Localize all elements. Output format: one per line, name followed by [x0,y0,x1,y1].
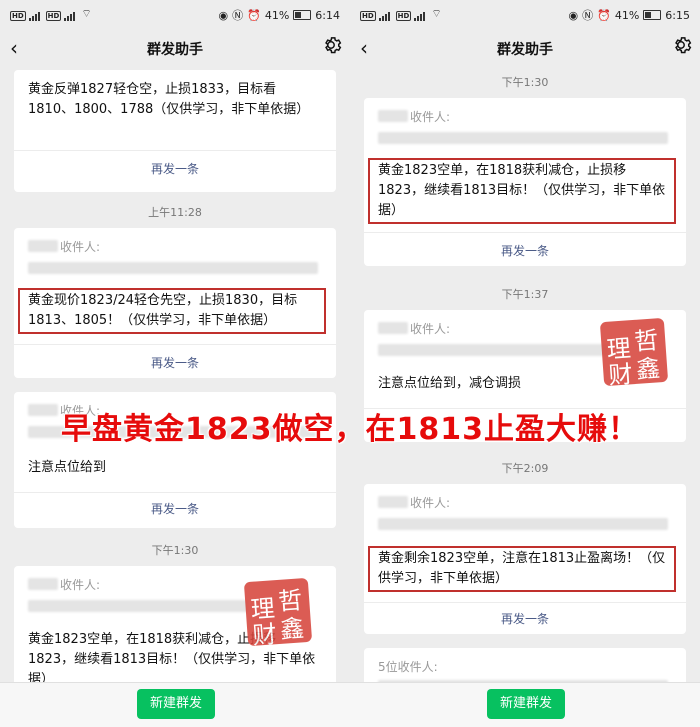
blurred-recipient-list [378,132,668,144]
signal-icon [378,11,393,21]
battery-percent: 41% [264,8,290,22]
recipient-label: 收件人: [410,322,451,336]
blurred-count [378,110,408,122]
timestamp: 下午1:30 [501,76,549,89]
eye-icon: ◉ [568,8,579,22]
battery-percent: 41% [614,8,640,22]
left-screenshot: HD HD ⌔ ◉ Ⓝ ⏰ 41% 6:14 ‹ 群发助手 黄金反弹1827轻仓… [0,0,350,727]
watermark-seal: 哲 理 鑫 财 [243,577,313,650]
signal-icon [28,11,43,21]
blurred-count [28,578,58,590]
clock: 6:15 [665,8,690,22]
nav-bar: ‹ 群发助手 [350,30,700,66]
blurred-count [28,240,58,252]
message-card: 黄金反弹1827轻仓空，止损1833，目标看1810、1800、1788（仅供学… [14,70,336,192]
new-broadcast-button[interactable]: 新建群发 [487,689,565,719]
message-text-highlighted: 黄金1823空单，在1818获利减仓，止损移1823，继续看1813目标！（仅供… [368,158,676,224]
alarm-icon: ⏰ [247,8,261,22]
nav-bar: ‹ 群发助手 [0,30,350,66]
timestamp: 下午2:09 [501,462,549,475]
wifi-icon: ⌔ [431,7,442,20]
eye-icon: ◉ [218,8,229,22]
alarm-icon: ⏰ [597,8,611,22]
resend-button[interactable]: 再发一条 [14,354,336,371]
bottom-bar: 新建群发 [350,682,700,727]
blurred-recipient-list [28,262,318,274]
wifi-icon: ⌔ [81,7,92,20]
divider [14,344,336,345]
resend-button[interactable]: 再发一条 [364,242,686,259]
blurred-count [378,322,408,334]
seal-char: 财 [607,360,634,390]
recipient-label: 收件人: [410,110,451,124]
right-screenshot: HD HD ⌔ ◉ Ⓝ ⏰ 41% 6:15 ‹ 群发助手 下午1:30 收件人… [350,0,700,727]
message-card: 收件人: 黄金1823空单，在1818获利减仓，止损移1823，继续看1813目… [364,98,686,266]
seal-char: 财 [251,620,278,650]
battery-icon [293,10,312,20]
recipient-label: 收件人: [60,578,101,592]
hd-badge-icon: HD [395,11,412,21]
nfc-icon: Ⓝ [232,9,244,22]
message-text-highlighted: 黄金剩余1823空单，注意在1813止盈离场！（仅供学习，非下单依据） [368,546,676,592]
recipient-label: 收件人: [410,496,451,510]
signal-icon [64,11,78,21]
blurred-recipient-list [28,600,248,612]
divider [14,492,336,493]
new-broadcast-button[interactable]: 新建群发 [137,689,215,719]
message-text-highlighted: 黄金现价1823/24轻仓先空，止损1830，目标1813、1805！（仅供学习… [18,288,326,334]
watermark-seal: 哲 理 鑫 财 [599,317,669,390]
resend-button[interactable]: 再发一条 [364,610,686,627]
gear-icon[interactable] [320,34,342,56]
signal-icon [414,11,428,21]
message-card: 收件人: 黄金现价1823/24轻仓先空，止损1830，目标1813、1805！… [14,228,336,378]
recipient-label: 收件人: [60,240,101,254]
timestamp: 下午1:37 [501,288,549,301]
blurred-count [378,496,408,508]
seal-char: 鑫 [279,614,306,644]
timestamp: 上午11:28 [148,206,202,219]
message-card: 收件人: 黄金剩余1823空单，注意在1813止盈离场！（仅供学习，非下单依据）… [364,484,686,634]
hd-badge-icon: HD [45,11,62,21]
divider [14,150,336,151]
status-bar: HD HD ⌔ ◉ Ⓝ ⏰ 41% 6:15 [350,0,700,30]
blurred-recipient-list [378,344,608,356]
recipient-label: 5位收件人: [378,660,438,674]
divider [364,232,686,233]
message-text: 黄金反弹1827轻仓空，止损1833，目标看1810、1800、1788（仅供学… [28,82,310,117]
overlay-caption: 早盘黄金1823做空，在1813止盈大赚！ [61,412,639,447]
page-title: 群发助手 [147,42,203,58]
seal-char: 鑫 [635,354,662,384]
resend-button[interactable]: 再发一条 [14,500,336,517]
timestamp: 下午1:30 [151,544,199,557]
hd-badge-icon: HD [10,11,26,21]
blurred-recipient-list [378,518,668,530]
battery-icon [643,10,662,20]
resend-button[interactable]: 再发一条 [14,160,336,177]
bottom-bar: 新建群发 [0,682,350,727]
page-title: 群发助手 [497,42,553,58]
status-bar: HD HD ⌔ ◉ Ⓝ ⏰ 41% 6:14 [0,0,350,30]
gear-icon[interactable] [670,34,692,56]
clock: 6:14 [315,8,340,22]
nfc-icon: Ⓝ [582,9,594,22]
divider [364,602,686,603]
message-text: 注意点位给到 [28,460,107,475]
hd-badge-icon: HD [360,11,376,21]
